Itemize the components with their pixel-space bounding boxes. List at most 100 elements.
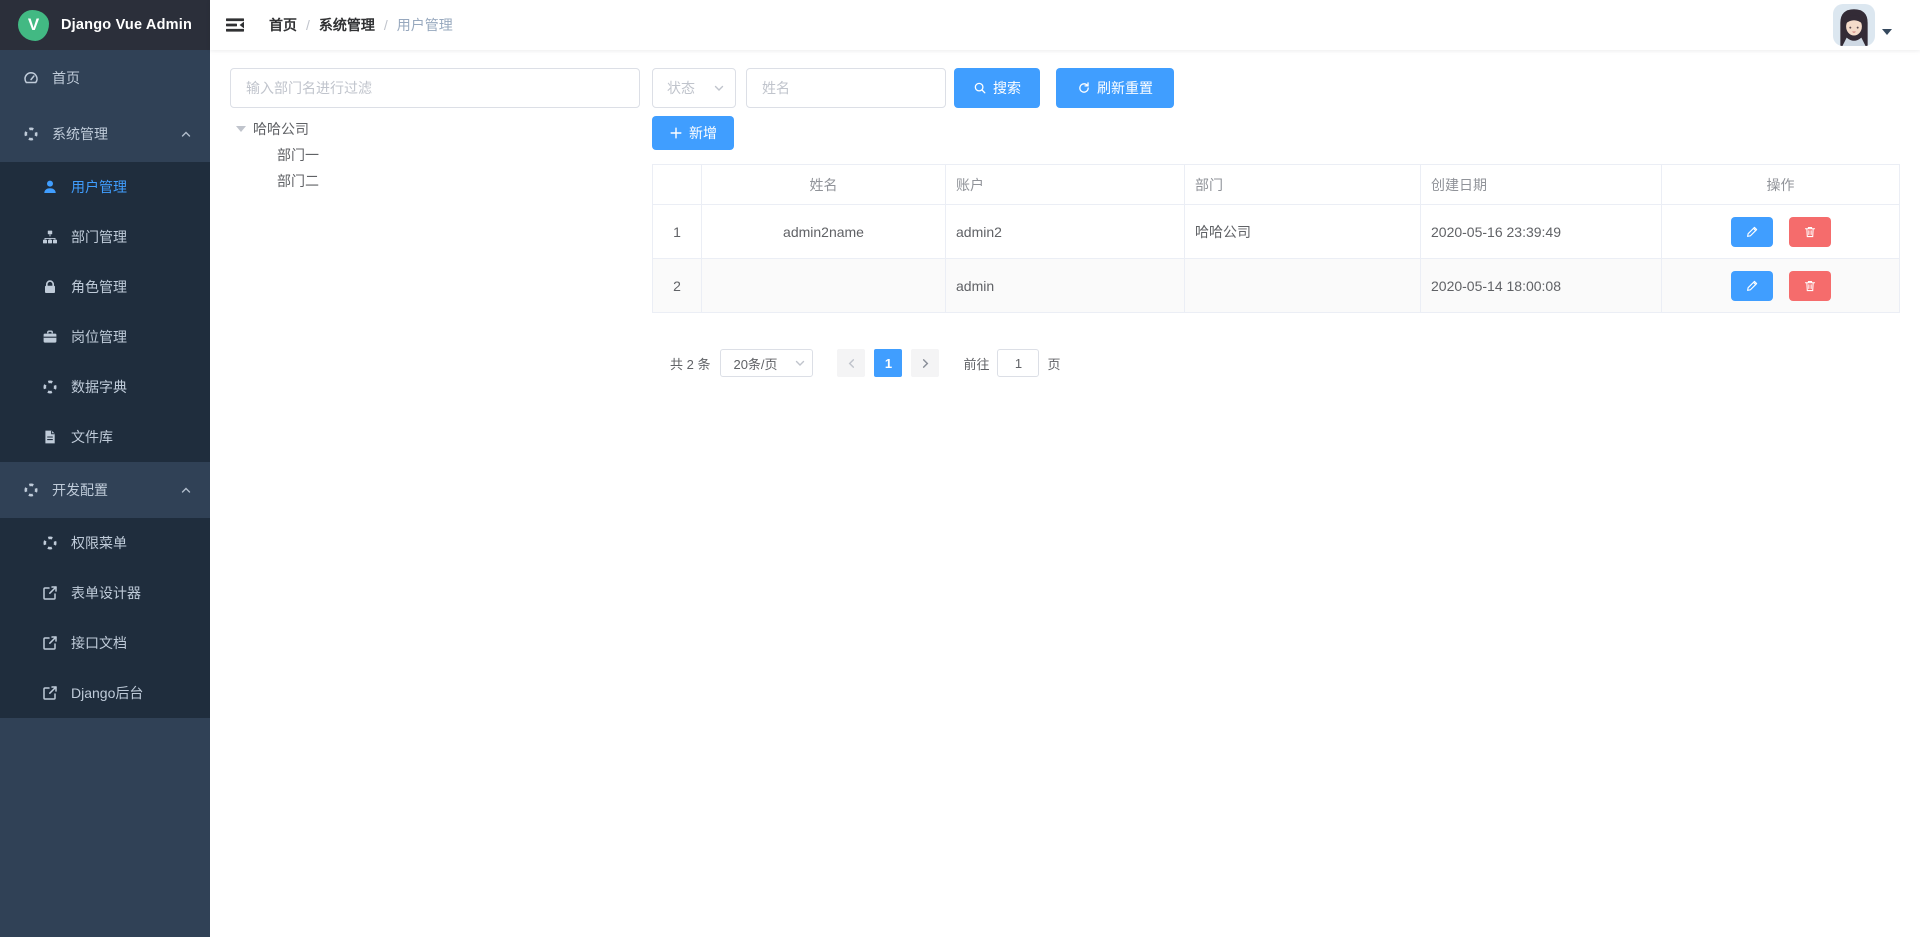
sidebar-item-label: 用户管理 [71, 177, 127, 197]
sidebar-item-roles[interactable]: 角色管理 [0, 262, 210, 312]
edit-button[interactable] [1731, 271, 1773, 301]
tree-node-dept2[interactable]: 部门二 [230, 168, 640, 194]
avatar[interactable] [1833, 4, 1875, 46]
prev-page-button[interactable] [837, 349, 865, 377]
external-link-icon [42, 685, 58, 701]
page-jump-input[interactable] [997, 349, 1039, 377]
chevron-right-icon [920, 358, 931, 369]
department-tree: 哈哈公司 部门一 部门二 [230, 116, 640, 194]
edit-pencil-icon [1745, 279, 1759, 293]
hamburger-icon [225, 15, 245, 35]
jump-suffix-label: 页 [1047, 354, 1060, 373]
cell-name: admin2name [702, 205, 946, 259]
status-select[interactable]: 状态 [652, 68, 736, 108]
delete-button[interactable] [1789, 271, 1831, 301]
tree-node-company[interactable]: 哈哈公司 [230, 116, 640, 142]
trash-icon [1803, 225, 1817, 239]
name-search-input[interactable] [746, 68, 946, 108]
breadcrumb-home[interactable]: 首页 [269, 15, 297, 35]
cell-index: 1 [653, 205, 702, 259]
component-icon [42, 379, 58, 395]
department-filter-input[interactable] [230, 68, 640, 108]
cell-name [702, 259, 946, 313]
pager: 1 [837, 349, 939, 377]
plus-icon [669, 126, 683, 140]
chevron-down-icon [794, 357, 806, 369]
lock-icon [42, 279, 58, 295]
main-area: 首页 / 系统管理 / 用户管理 [210, 0, 1920, 937]
sidebar-menu: 首页 系统管理 用户管理 [0, 50, 210, 937]
sidebar-item-label: Django后台 [71, 683, 143, 703]
trash-icon [1803, 279, 1817, 293]
edit-button[interactable] [1731, 217, 1773, 247]
breadcrumb-separator: / [384, 17, 388, 33]
sidebar-item-label: 角色管理 [71, 277, 127, 297]
cell-account: admin2 [946, 205, 1185, 259]
sidebar: V Django Vue Admin 首页 系统管理 [0, 0, 210, 937]
sidebar-item-permission-menu[interactable]: 权限菜单 [0, 518, 210, 568]
table-row: 1 admin2name admin2 哈哈公司 2020-05-16 23:3… [653, 205, 1900, 259]
current-page-button[interactable]: 1 [874, 349, 902, 377]
breadcrumb-section[interactable]: 系统管理 [319, 15, 375, 35]
sidebar-item-label: 部门管理 [71, 227, 127, 247]
sidebar-item-system[interactable]: 系统管理 [0, 106, 210, 162]
sidebar-item-label: 岗位管理 [71, 327, 127, 347]
component-icon [23, 482, 39, 498]
dashboard-icon [23, 70, 39, 86]
refresh-reset-button[interactable]: 刷新重置 [1056, 68, 1174, 108]
caret-down-icon [1882, 29, 1892, 35]
sidebar-item-label: 接口文档 [71, 633, 127, 653]
hamburger-button[interactable] [210, 0, 260, 50]
logo-bar[interactable]: V Django Vue Admin [0, 0, 210, 50]
sidebar-item-label: 系统管理 [52, 124, 108, 144]
sidebar-item-label: 文件库 [71, 427, 113, 447]
page-size-select[interactable]: 20条/页 [720, 349, 813, 377]
external-link-icon [42, 585, 58, 601]
col-header-account: 账户 [946, 165, 1185, 205]
chevron-left-icon [846, 358, 857, 369]
delete-button[interactable] [1789, 217, 1831, 247]
sidebar-item-dictionary[interactable]: 数据字典 [0, 362, 210, 412]
refresh-icon [1077, 81, 1091, 95]
search-button[interactable]: 搜索 [954, 68, 1040, 108]
cell-created: 2020-05-16 23:39:49 [1421, 205, 1662, 259]
sidebar-item-departments[interactable]: 部门管理 [0, 212, 210, 262]
sidebar-item-label: 数据字典 [71, 377, 127, 397]
submenu-system: 用户管理 部门管理 角色管理 [0, 162, 210, 462]
chevron-up-icon [180, 484, 192, 496]
table-row: 2 admin 2020-05-14 18:00:08 [653, 259, 1900, 313]
external-link-icon [42, 635, 58, 651]
jump-prefix-label: 前往 [963, 354, 989, 373]
tree-icon [42, 229, 58, 245]
tree-node-dept1[interactable]: 部门一 [230, 142, 640, 168]
table-header-row: 姓名 账户 部门 创建日期 操作 [653, 165, 1900, 205]
sidebar-item-posts[interactable]: 岗位管理 [0, 312, 210, 362]
sidebar-item-django-admin[interactable]: Django后台 [0, 668, 210, 718]
search-icon [973, 81, 987, 95]
sidebar-item-devconfig[interactable]: 开发配置 [0, 462, 210, 518]
submenu-devconfig: 权限菜单 表单设计器 接口文档 Django后台 [0, 518, 210, 718]
sidebar-item-form-designer[interactable]: 表单设计器 [0, 568, 210, 618]
sidebar-item-home[interactable]: 首页 [0, 50, 210, 106]
cell-created: 2020-05-14 18:00:08 [1421, 259, 1662, 313]
total-count: 共 2 条 [670, 354, 710, 373]
tree-expand-icon[interactable] [236, 126, 246, 132]
sidebar-item-api-docs[interactable]: 接口文档 [0, 618, 210, 668]
next-page-button[interactable] [911, 349, 939, 377]
add-button[interactable]: 新增 [652, 116, 734, 150]
status-select-placeholder: 状态 [667, 78, 695, 98]
briefcase-icon [42, 329, 58, 345]
user-menu[interactable] [1833, 4, 1892, 46]
col-header-name: 姓名 [702, 165, 946, 205]
tree-node-label: 部门二 [277, 171, 319, 191]
cell-actions [1662, 205, 1900, 259]
component-icon [42, 535, 58, 551]
app-title: Django Vue Admin [61, 17, 192, 33]
sidebar-item-label: 表单设计器 [71, 583, 141, 603]
sidebar-item-files[interactable]: 文件库 [0, 412, 210, 462]
document-icon [42, 429, 58, 445]
breadcrumb: 首页 / 系统管理 / 用户管理 [269, 15, 453, 35]
sidebar-item-users[interactable]: 用户管理 [0, 162, 210, 212]
pagination: 共 2 条 20条/页 1 前往 [652, 349, 1900, 377]
sidebar-item-label: 权限菜单 [71, 533, 127, 553]
